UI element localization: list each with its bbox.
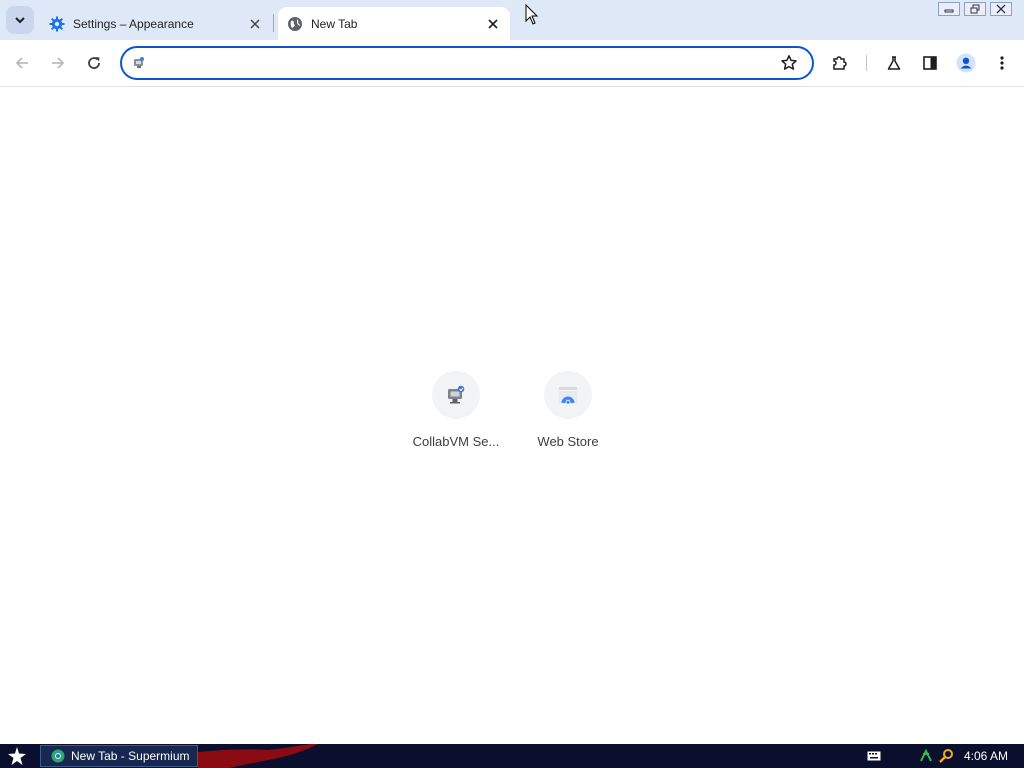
close-tab-button[interactable] xyxy=(247,16,263,32)
address-input[interactable] xyxy=(153,54,780,72)
supermium-icon xyxy=(51,749,65,763)
avatar-icon xyxy=(956,53,976,73)
mouse-cursor-icon xyxy=(525,4,539,25)
profile-button[interactable] xyxy=(955,52,977,74)
star-icon xyxy=(8,747,26,765)
gear-icon xyxy=(49,16,65,31)
close-tab-button[interactable] xyxy=(485,16,501,32)
tab-settings[interactable]: Settings – Appearance xyxy=(40,7,272,40)
taskbar-wallpaper-accent xyxy=(198,744,318,768)
side-panel-icon xyxy=(923,56,937,70)
bookmark-star-icon[interactable] xyxy=(780,54,798,72)
shortcut-web-store[interactable]: Web Store xyxy=(512,371,624,449)
kebab-menu-icon xyxy=(1000,56,1004,70)
window-controls xyxy=(938,2,1012,16)
arrow-left-icon xyxy=(15,57,28,69)
tab-strip: Settings – Appearance New Tab xyxy=(0,0,1024,40)
shortcut-tile xyxy=(544,371,592,419)
arrow-right-icon xyxy=(52,57,65,69)
clock: 4:06 AM xyxy=(963,749,1008,763)
network-icon[interactable] xyxy=(918,748,934,764)
puzzle-icon xyxy=(833,56,847,70)
forward-button[interactable] xyxy=(47,52,69,74)
labs-button[interactable] xyxy=(883,52,905,74)
collabvm-icon xyxy=(134,57,144,68)
taskbar-item-label: New Tab - Supermium xyxy=(71,749,190,763)
close-window-button[interactable] xyxy=(990,2,1012,16)
reload-button[interactable] xyxy=(83,52,105,74)
taskbar-item-browser[interactable]: New Tab - Supermium xyxy=(40,745,198,767)
search-icon[interactable] xyxy=(938,748,954,764)
web-store-icon xyxy=(559,387,577,405)
close-icon xyxy=(996,4,1006,14)
minimize-icon xyxy=(944,9,954,13)
menu-button[interactable] xyxy=(991,52,1013,74)
reload-icon xyxy=(88,57,100,69)
tab-title: New Tab xyxy=(311,16,358,31)
toolbar-divider xyxy=(866,55,867,71)
globe-icon xyxy=(288,16,302,31)
restore-icon xyxy=(970,4,980,14)
collabvm-icon xyxy=(448,385,465,404)
tab-title: Settings – Appearance xyxy=(73,16,194,31)
address-bar[interactable] xyxy=(120,46,814,80)
keyboard-icon[interactable] xyxy=(867,751,881,761)
minimize-button[interactable] xyxy=(938,2,960,16)
flask-icon xyxy=(887,56,901,70)
close-icon xyxy=(250,18,260,29)
browser-toolbar xyxy=(0,40,1024,87)
system-tray: 4:06 AM xyxy=(867,744,1024,768)
tab-search-button[interactable] xyxy=(6,6,34,34)
taskbar: New Tab - Supermium 4:06 AM xyxy=(0,744,1024,768)
shortcut-label: Web Store xyxy=(537,434,599,449)
side-panel-button[interactable] xyxy=(919,52,941,74)
extensions-button[interactable] xyxy=(829,52,851,74)
shortcut-collabvm[interactable]: CollabVM Se... xyxy=(400,371,512,449)
back-button[interactable] xyxy=(11,52,33,74)
start-button[interactable] xyxy=(6,746,28,766)
shortcut-label: CollabVM Se... xyxy=(412,434,500,449)
tab-new-tab[interactable]: New Tab xyxy=(278,7,510,40)
chevron-down-icon xyxy=(15,17,25,24)
close-icon xyxy=(488,18,498,29)
tab-separator xyxy=(273,14,274,32)
restore-button[interactable] xyxy=(964,2,986,16)
shortcut-tile xyxy=(432,371,480,419)
new-tab-page: CollabVM Se... Web Store xyxy=(0,87,1024,744)
